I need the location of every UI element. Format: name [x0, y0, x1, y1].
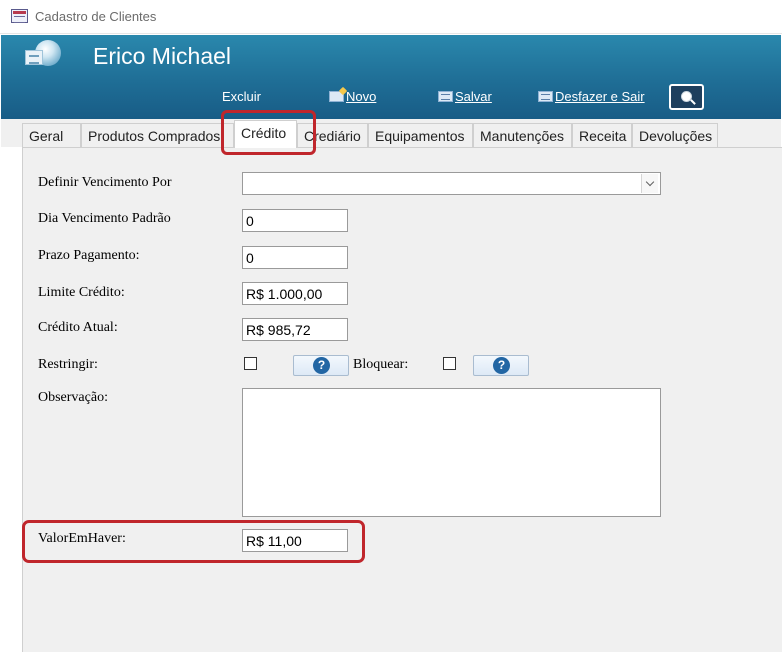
- search-button[interactable]: [669, 84, 704, 110]
- dia-vencimento-label: Dia Vencimento Padrão: [38, 211, 171, 226]
- new-button[interactable]: Novo: [329, 89, 376, 104]
- observacao-textarea[interactable]: [242, 388, 661, 517]
- help-icon: ?: [313, 357, 330, 374]
- bloquear-label: Bloquear:: [353, 357, 409, 372]
- new-record-icon: [329, 91, 344, 102]
- tab-receita[interactable]: Receita: [572, 123, 632, 147]
- left-margin: [1, 147, 22, 652]
- window-title: Cadastro de Clientes: [35, 9, 157, 24]
- vencimento-por-select[interactable]: [242, 172, 661, 195]
- vencimento-por-label: Definir Vencimento Por: [38, 175, 172, 190]
- bloquear-checkbox[interactable]: [443, 357, 456, 370]
- window-titlebar: Cadastro de Clientes: [0, 0, 782, 34]
- prazo-pagamento-field[interactable]: 0: [242, 246, 348, 269]
- limite-credito-label: Limite Crédito:: [38, 285, 125, 300]
- chevron-down-icon[interactable]: [641, 174, 658, 193]
- prazo-pagamento-label: Prazo Pagamento:: [38, 248, 140, 263]
- save-button[interactable]: Salvar: [438, 89, 492, 104]
- bloquear-help-button[interactable]: ?: [473, 355, 529, 376]
- help-icon: ?: [493, 357, 510, 374]
- restringir-help-button[interactable]: ?: [293, 355, 349, 376]
- client-card-icon: [25, 40, 61, 70]
- tab-geral[interactable]: Geral: [22, 123, 81, 147]
- restringir-label: Restringir:: [38, 357, 98, 372]
- tab-equipamentos[interactable]: Equipamentos: [368, 123, 473, 147]
- delete-button[interactable]: Excluir: [222, 89, 261, 104]
- observacao-label: Observação:: [38, 390, 108, 405]
- new-button-label: Novo: [346, 89, 377, 104]
- dia-vencimento-field[interactable]: 0: [242, 209, 348, 232]
- tab-credito-highlight: [221, 110, 316, 155]
- save-icon: [438, 91, 453, 102]
- delete-button-label: Excluir: [222, 89, 262, 104]
- record-header: Erico Michael Excluir Novo Salvar Desfaz…: [1, 35, 781, 119]
- limite-credito-field[interactable]: R$ 1.000,00: [242, 282, 348, 305]
- form-icon: [11, 9, 28, 23]
- client-name: Erico Michael: [93, 43, 232, 69]
- tab-devolucoes[interactable]: Devoluções: [632, 123, 718, 147]
- undo-exit-button-label: Desfazer e Sair: [555, 89, 645, 104]
- undo-icon: [538, 91, 553, 102]
- undo-exit-button[interactable]: Desfazer e Sair: [538, 89, 645, 104]
- restringir-checkbox[interactable]: [244, 357, 257, 370]
- save-button-label: Salvar: [455, 89, 492, 104]
- tab-produtos-comprados[interactable]: Produtos Comprados: [81, 123, 234, 147]
- valor-em-haver-highlight: [22, 520, 365, 563]
- credito-atual-label: Crédito Atual:: [38, 320, 118, 335]
- tab-manutencoes[interactable]: Manutenções: [473, 123, 572, 147]
- search-icon: [681, 91, 692, 102]
- credito-atual-field[interactable]: R$ 985,72: [242, 318, 348, 341]
